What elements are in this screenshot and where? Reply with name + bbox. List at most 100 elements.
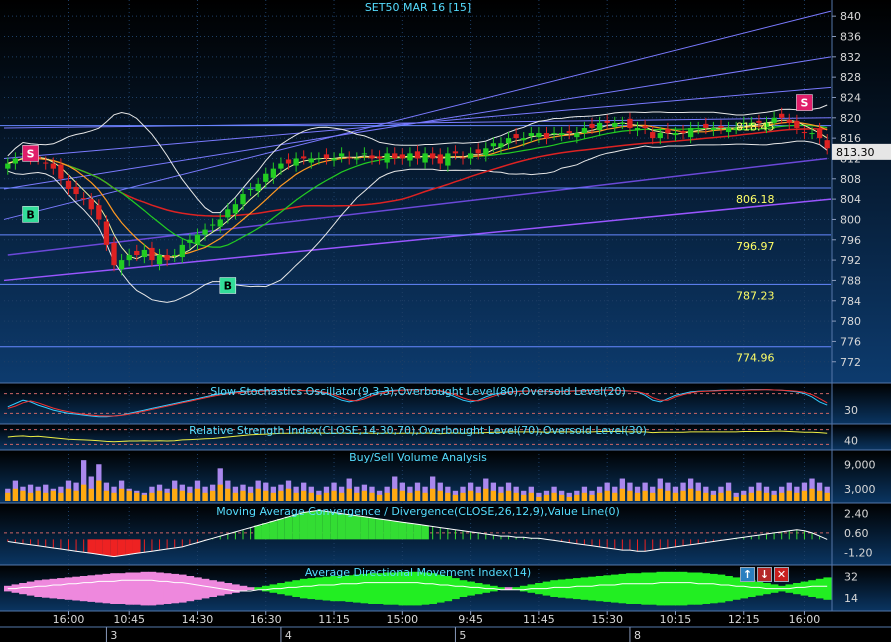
volume-buy-bar (634, 492, 641, 501)
volume-buy-bar (134, 492, 140, 501)
candle-body (399, 154, 405, 159)
volume-buy-bar (596, 492, 603, 501)
adx-dm-bar (140, 571, 149, 606)
adx-dm-bar (132, 572, 142, 605)
candle-body (665, 128, 671, 134)
adx-dm-bar (603, 575, 612, 602)
rsi-title: Relative Strength Index(CLOSE,14,30,70),… (189, 424, 647, 437)
y-tick-label: 820 (840, 112, 861, 125)
volume-buy-bar (521, 494, 527, 501)
volume-buy-bar (528, 492, 534, 501)
volume-buy-bar (604, 490, 610, 501)
y-tick-label: 840 (840, 10, 861, 23)
volume-buy-bar (452, 494, 459, 501)
adx-dm-bar (474, 583, 483, 595)
up-arrow-icon: ↑ (742, 568, 753, 581)
rsi-y-tick-label: 40 (844, 435, 858, 448)
adx-dm-bar (79, 576, 88, 602)
volume-buy-bar (149, 492, 155, 501)
candle-body (88, 199, 94, 210)
volume-buy-bar (179, 490, 185, 501)
volume-buy-bar (710, 494, 717, 501)
y-tick-label: 772 (840, 356, 861, 369)
close-icon: ✕ (776, 568, 787, 581)
adx-dm-bar (648, 572, 657, 605)
y-tick-label: 832 (840, 51, 861, 64)
adx-dm-bar (747, 580, 756, 597)
candle-body (687, 127, 694, 138)
y-tick-label: 776 (840, 335, 861, 348)
volume-buy-bar (301, 490, 307, 501)
y-tick-label: 792 (840, 254, 861, 267)
move-up-button[interactable]: ↑ (740, 567, 755, 582)
candle-body (316, 158, 322, 160)
candle-body (134, 250, 140, 256)
candle-body (376, 156, 383, 159)
volume-buy-bar (566, 496, 572, 501)
adx-dm-bar (671, 571, 680, 606)
candle-body (293, 158, 299, 166)
candle-body (247, 188, 254, 190)
adx-dm-bar (793, 583, 802, 595)
adx-dm-bar (702, 573, 711, 604)
move-down-button[interactable]: ↓ (757, 567, 772, 582)
candle-body (202, 229, 208, 235)
y-tick-label: 788 (840, 274, 861, 287)
y-tick-label: 828 (840, 71, 861, 84)
adx-dm-bar (800, 581, 809, 596)
y-tick-label: 804 (840, 193, 861, 206)
x-time-label: 10:45 (113, 613, 145, 626)
down-arrow-icon: ↓ (759, 568, 770, 581)
candle-body (437, 154, 443, 164)
y-tick-label: 816 (840, 132, 861, 145)
adx-dm-bar (755, 581, 764, 596)
candle-body (232, 204, 239, 214)
volume-buy-bar (763, 492, 770, 501)
volume-buy-bar (255, 488, 261, 501)
sell-signal-label: S (27, 147, 35, 160)
buy-signal-label: B (224, 280, 232, 293)
candle-body (361, 153, 368, 155)
adx-dm-bar (717, 574, 726, 603)
volume-buy-bar (369, 492, 375, 501)
adx-dm-bar (49, 578, 58, 599)
volume-buy-bar (225, 488, 231, 501)
x-time-label: 16:30 (250, 613, 282, 626)
fib-level-label: 806.18 (736, 193, 775, 206)
close-panel-button[interactable]: ✕ (774, 567, 789, 582)
adx-dm-bar (459, 580, 468, 597)
adx-dm-bar (231, 584, 240, 593)
candle-body (414, 151, 421, 159)
adx-dm-bar (102, 573, 111, 604)
adx-dm-bar (557, 579, 566, 598)
volume-buy-bar (27, 492, 34, 501)
volume-buy-bar (642, 490, 648, 501)
volume-buy-bar (172, 488, 178, 501)
candle-body (331, 158, 337, 161)
adx-dm-bar (155, 572, 164, 605)
adx-dm-bar (656, 571, 665, 606)
volume-buy-bar (308, 492, 314, 501)
adx-dm-bar (299, 578, 308, 599)
candle-body (672, 133, 679, 136)
volume-buy-bar (816, 490, 823, 501)
candle-body (490, 143, 497, 147)
volume-buy-bar (490, 490, 497, 501)
candle-body (111, 242, 117, 266)
x-time-label: 15:00 (386, 613, 418, 626)
y-tick-label: 800 (840, 213, 861, 226)
volume-buy-bar (771, 494, 777, 501)
volume-buy-bar (361, 490, 368, 501)
adx-dm-bar (261, 585, 271, 592)
candle-body (430, 153, 436, 159)
candle-body (559, 133, 565, 136)
candle-body (126, 255, 132, 261)
candle-body (551, 133, 557, 135)
volume-buy-bar (126, 490, 132, 501)
x-time-label: 16:00 (789, 613, 821, 626)
volume-buy-bar (103, 490, 110, 501)
volume-buy-bar (392, 488, 398, 501)
x-time-label: 16:00 (53, 613, 85, 626)
candle-body (695, 127, 701, 129)
volume-buy-bar (498, 492, 504, 501)
